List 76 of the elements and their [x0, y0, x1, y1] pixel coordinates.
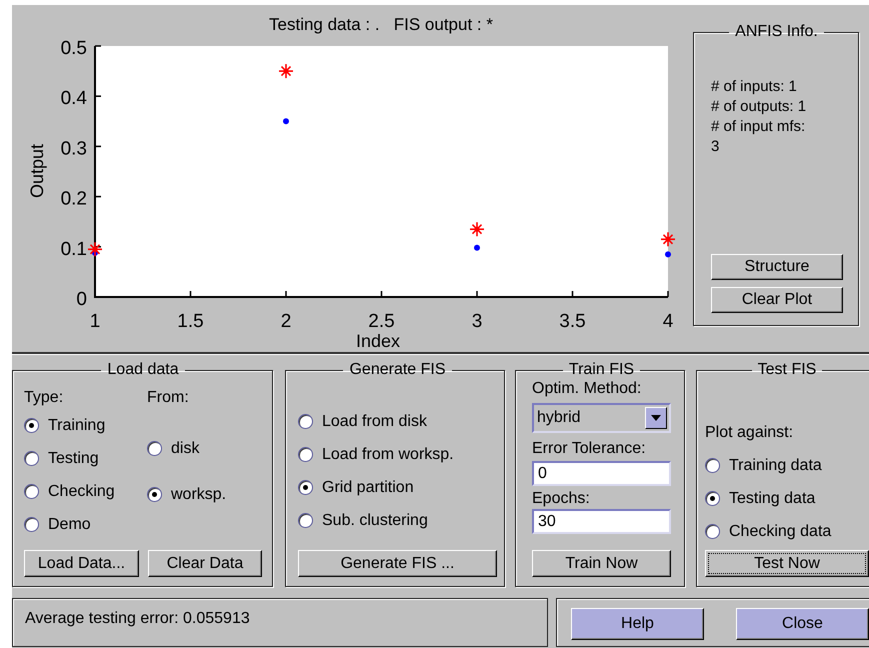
method-dropdown[interactable]: hybrid — [532, 403, 671, 433]
radio-button[interactable] — [298, 414, 313, 429]
button[interactable]: Load Data... — [24, 550, 139, 577]
radio-button[interactable] — [24, 418, 39, 433]
dot-marker — [665, 251, 671, 258]
radio-label[interactable]: Demo — [48, 516, 91, 534]
tick-label: 0.4 — [60, 88, 87, 110]
radio-button[interactable] — [705, 524, 720, 539]
group-label: From: — [147, 388, 190, 408]
radio-label[interactable]: Training data — [729, 456, 822, 474]
radio-label[interactable]: Load from disk — [322, 412, 427, 430]
radio-label[interactable]: Load from worksp. — [322, 446, 454, 464]
radio-button[interactable] — [705, 491, 720, 506]
star-marker — [470, 222, 484, 236]
frame-title: Load data — [106, 361, 180, 379]
dot-marker — [283, 118, 289, 124]
axis-label: Output — [27, 144, 47, 198]
button[interactable]: Train Now — [532, 550, 671, 577]
tick-label: 0.2 — [60, 188, 87, 210]
frame-title: Test FIS — [756, 361, 818, 379]
radio-button[interactable] — [298, 447, 313, 462]
tick-label: 0.5 — [60, 38, 87, 59]
star-marker — [279, 64, 293, 78]
radio-label[interactable]: Grid partition — [322, 478, 414, 496]
radio-label[interactable]: Checking — [48, 482, 115, 500]
radio-label[interactable]: Training — [48, 416, 106, 434]
radio-button[interactable] — [147, 487, 162, 502]
tick-label: 0 — [76, 289, 87, 310]
input-field[interactable]: 0 — [532, 461, 671, 486]
radio-button[interactable] — [298, 513, 313, 528]
chart-title: Testing data : . FIS output : * — [269, 15, 493, 34]
radio-button[interactable] — [147, 441, 162, 456]
button[interactable]: Help — [571, 608, 704, 640]
field-label: Optim. Method: — [532, 379, 642, 399]
input-field[interactable]: 30 — [532, 509, 671, 534]
radio-button[interactable] — [24, 451, 39, 466]
tick-label: 2 — [280, 311, 292, 332]
radio-label[interactable]: Checking data — [729, 522, 832, 540]
radio-button[interactable] — [705, 458, 720, 473]
button[interactable]: Clear Plot — [711, 287, 843, 313]
info-text: # of outputs: 1 — [711, 97, 808, 117]
button[interactable]: Generate FIS ... — [298, 550, 497, 577]
tick-label: 3 — [472, 311, 482, 332]
button[interactable]: Test Now — [705, 550, 869, 577]
radio-label[interactable]: Sub. clustering — [322, 512, 428, 530]
radio-button[interactable] — [298, 480, 313, 495]
frame-title: ANFIS Info. — [734, 23, 819, 41]
status-message: Average testing error: 0.055913 — [12, 598, 548, 647]
button[interactable]: Structure — [711, 254, 843, 280]
radio-label[interactable]: Testing — [48, 450, 99, 468]
tick-label: 3.5 — [559, 311, 586, 332]
group-label: Type: — [24, 388, 64, 408]
tick-label: 1 — [90, 311, 100, 332]
field-label: Error Tolerance: — [532, 439, 647, 459]
group-label: Plot against: — [705, 423, 794, 443]
frame-title: Generate FIS — [348, 361, 447, 379]
dot-marker — [474, 244, 480, 251]
radio-label[interactable]: disk — [171, 440, 200, 458]
tick-label: 2.5 — [368, 311, 395, 332]
tick-label: 0.1 — [60, 238, 87, 260]
button[interactable]: Close — [736, 608, 869, 640]
info-text: # of input mfs: — [711, 117, 806, 137]
star-marker — [661, 232, 675, 246]
axis-label: Index — [356, 331, 400, 350]
radio-label[interactable]: Testing data — [729, 490, 816, 508]
tick-label: 1.5 — [177, 311, 204, 332]
button[interactable]: Clear Data — [148, 550, 262, 577]
tick-label: 4 — [662, 311, 674, 332]
radio-button[interactable] — [24, 484, 39, 499]
tick-label: 0.3 — [60, 138, 87, 160]
info-text: # of inputs: 1 — [711, 77, 798, 97]
field-label: Epochs: — [532, 490, 591, 507]
frame-title: Train FIS — [568, 361, 636, 379]
radio-label[interactable]: worksp. — [171, 486, 226, 504]
info-text: 3 — [711, 137, 720, 157]
radio-button[interactable] — [24, 517, 39, 532]
